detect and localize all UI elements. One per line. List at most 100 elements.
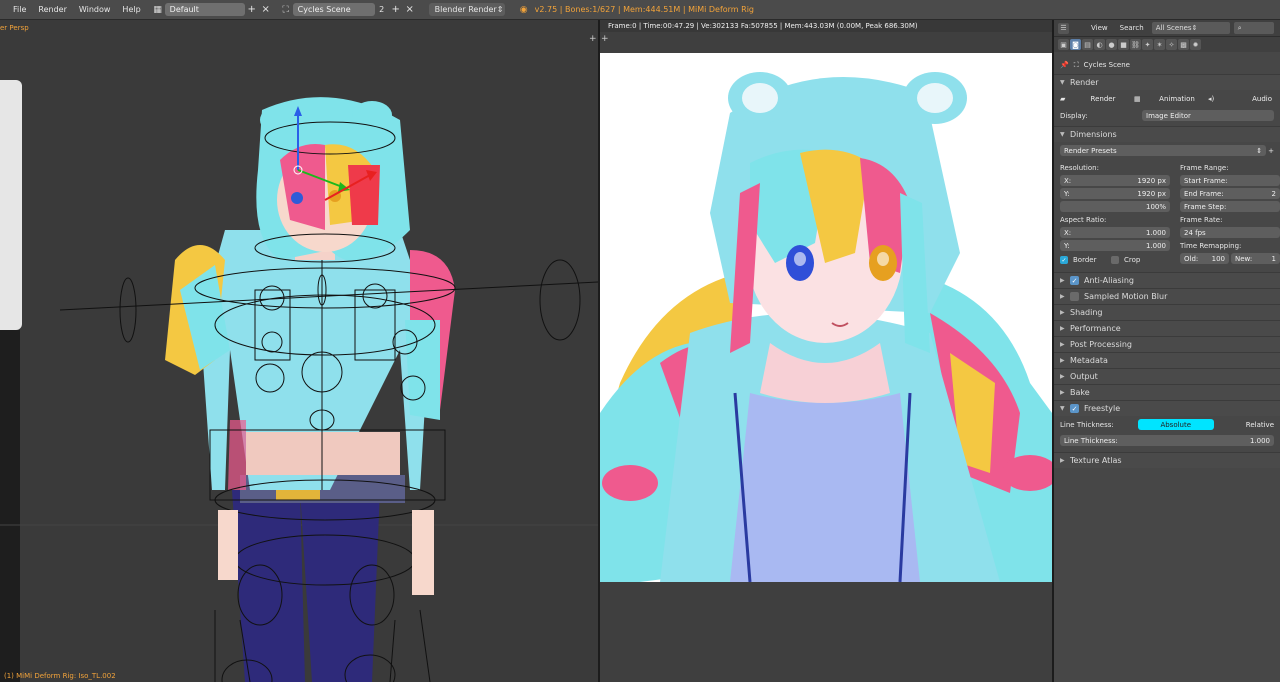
crop-checkbox[interactable] xyxy=(1111,256,1119,264)
frame-rate-label: Frame Rate: xyxy=(1180,215,1223,224)
scene-name: Cycles Scene xyxy=(1083,61,1130,69)
animation-button[interactable]: Animation xyxy=(1146,93,1208,104)
panel-shading-header[interactable]: ▶ Shading xyxy=(1054,304,1280,320)
panel-anti-aliasing-header[interactable]: ▶ ✓ Anti-Aliasing xyxy=(1054,272,1280,288)
scene-users-count: 2 xyxy=(379,5,385,14)
frame-rate-value: 24 fps xyxy=(1184,228,1206,237)
border-checkbox[interactable]: ✓ xyxy=(1060,256,1068,264)
panel-performance-header[interactable]: ▶ Performance xyxy=(1054,320,1280,336)
expanded-triangle-icon: ▼ xyxy=(1060,405,1065,412)
bone-tab-icon[interactable]: ✧ xyxy=(1166,39,1177,50)
aspect-x-field[interactable]: X: 1.000 xyxy=(1060,227,1170,238)
menu-window[interactable]: Window xyxy=(73,5,117,14)
panel-texture-atlas-header[interactable]: ▶ Texture Atlas xyxy=(1054,452,1280,468)
aspect-x-value: 1.000 xyxy=(1145,228,1166,237)
motion-blur-checkbox[interactable] xyxy=(1070,292,1079,301)
view-menu[interactable]: View xyxy=(1087,24,1112,32)
absolute-toggle[interactable]: Absolute xyxy=(1137,419,1214,430)
render-presets-dropdown[interactable]: Render Presets ⇕ xyxy=(1060,145,1267,156)
search-field[interactable]: ⌕ xyxy=(1233,22,1274,34)
render-engine-value: Blender Render xyxy=(434,5,497,14)
menu-render[interactable]: Render xyxy=(32,5,72,14)
add-scene-button[interactable]: + xyxy=(389,3,403,16)
resolution-percentage-slider[interactable]: 100% xyxy=(1060,201,1170,212)
time-remap-new-field[interactable]: New: 1 xyxy=(1231,253,1280,264)
menu-file[interactable]: File xyxy=(7,5,32,14)
relative-toggle[interactable]: Relative xyxy=(1214,419,1274,430)
panel-output-header[interactable]: ▶ Output xyxy=(1054,368,1280,384)
crop-label: Crop xyxy=(1124,256,1141,264)
panel-title: Sampled Motion Blur xyxy=(1084,292,1168,301)
menu-help[interactable]: Help xyxy=(116,5,146,14)
panel-title: Performance xyxy=(1070,324,1121,333)
object-tab-icon[interactable]: ■ xyxy=(1118,39,1129,50)
add-layout-button[interactable]: + xyxy=(245,3,259,16)
constraints-tab-icon[interactable]: ⛓ xyxy=(1130,39,1141,50)
render-engine-dropdown[interactable]: Blender Render ⇕ xyxy=(428,3,505,16)
audio-button[interactable]: Audio xyxy=(1220,93,1272,104)
panel-title: Bake xyxy=(1070,388,1090,397)
render-tab-icon[interactable]: ◙ xyxy=(1070,39,1081,50)
panel-title: Anti-Aliasing xyxy=(1084,276,1134,285)
screen-layout-icon[interactable]: ▦ xyxy=(151,3,165,16)
collapsed-triangle-icon: ▶ xyxy=(1060,457,1065,464)
status-info: v2.75 | Bones:1/627 | Mem:444.51M | MiMi… xyxy=(534,5,754,14)
render-button[interactable]: Render xyxy=(1072,93,1134,104)
pin-icon[interactable]: ▣ xyxy=(1058,39,1069,50)
search-menu[interactable]: Search xyxy=(1116,24,1148,32)
start-frame-field[interactable]: Start Frame: xyxy=(1180,175,1280,186)
add-preset-icon[interactable]: + xyxy=(1268,147,1274,155)
add-area-icon[interactable]: + xyxy=(589,34,597,44)
pin-icon[interactable]: 📌 xyxy=(1060,61,1069,69)
panel-title: Shading xyxy=(1070,308,1103,317)
anti-aliasing-checkbox[interactable]: ✓ xyxy=(1070,276,1079,285)
modifiers-tab-icon[interactable]: ✦ xyxy=(1142,39,1153,50)
aspect-y-field[interactable]: Y: 1.000 xyxy=(1060,240,1170,251)
panel-post-processing-header[interactable]: ▶ Post Processing xyxy=(1054,336,1280,352)
panel-motion-blur-header[interactable]: ▶ Sampled Motion Blur xyxy=(1054,288,1280,304)
line-thickness-value: 1.000 xyxy=(1249,436,1270,445)
delete-layout-button[interactable]: × xyxy=(259,3,273,16)
3d-viewport[interactable]: er Persp (1) MiMi Deform Rig: Iso_TL.002 xyxy=(0,20,598,682)
freestyle-checkbox[interactable]: ✓ xyxy=(1070,404,1079,413)
aspect-y-value: 1.000 xyxy=(1145,241,1166,250)
dimensions-right-column: Frame Range: Start Frame: End Frame: 2 Fr… xyxy=(1180,161,1280,268)
scene-name-field[interactable]: Cycles Scene xyxy=(292,3,375,16)
texture-tab-icon[interactable]: ▩ xyxy=(1178,39,1189,50)
panel-title: Post Processing xyxy=(1070,340,1132,349)
world-tab-icon[interactable]: ● xyxy=(1106,39,1117,50)
layout-name-field[interactable]: Default xyxy=(164,3,245,16)
dimensions-columns: Resolution: X: 1920 px Y: 1920 px 100% Asp… xyxy=(1054,161,1280,268)
frame-step-label: Frame Step: xyxy=(1184,202,1227,211)
panel-freestyle-header[interactable]: ▼ ✓ Freestyle xyxy=(1054,400,1280,416)
time-remap-old-field[interactable]: Old: 100 xyxy=(1180,253,1229,264)
scene-tab-icon[interactable]: ◐ xyxy=(1094,39,1105,50)
panel-render-header[interactable]: ▼ Render xyxy=(1054,74,1280,90)
panel-dimensions-title: Dimensions xyxy=(1070,130,1117,139)
add-area-icon[interactable]: + xyxy=(601,34,609,44)
data-tab-icon[interactable]: ✶ xyxy=(1154,39,1165,50)
delete-scene-button[interactable]: × xyxy=(403,3,417,16)
render-layers-tab-icon[interactable]: ▤ xyxy=(1082,39,1093,50)
display-dropdown[interactable]: Image Editor xyxy=(1142,110,1274,121)
collapsed-triangle-icon: ▶ xyxy=(1060,277,1065,284)
image-editor[interactable]: Frame:0 | Time:00:47.29 | Ve:302133 Fa:5… xyxy=(600,20,1052,682)
start-frame-label: Start Frame: xyxy=(1184,176,1228,185)
resolution-y-field[interactable]: Y: 1920 px xyxy=(1060,188,1170,199)
panel-bake-header[interactable]: ▶ Bake xyxy=(1054,384,1280,400)
frame-rate-dropdown[interactable]: 24 fps xyxy=(1180,227,1280,238)
resolution-label: Resolution: xyxy=(1060,163,1099,172)
particles-tab-icon[interactable]: ✹ xyxy=(1190,39,1201,50)
resolution-x-field[interactable]: X: 1920 px xyxy=(1060,175,1170,186)
display-mode-dropdown[interactable]: All Scenes ⇕ xyxy=(1151,22,1230,34)
animation-icon: ▦ xyxy=(1134,94,1141,103)
left-object-dark xyxy=(0,330,20,682)
frame-step-field[interactable]: Frame Step: xyxy=(1180,201,1280,212)
editor-type-icon[interactable]: ☰ xyxy=(1058,22,1069,34)
end-frame-field[interactable]: End Frame: 2 xyxy=(1180,188,1280,199)
scene-icon[interactable]: ⛶ xyxy=(279,3,293,16)
line-thickness-field[interactable]: Line Thickness: 1.000 xyxy=(1060,435,1274,446)
chevron-down-icon: ⇕ xyxy=(1256,146,1263,155)
panel-metadata-header[interactable]: ▶ Metadata xyxy=(1054,352,1280,368)
panel-dimensions-header[interactable]: ▼ Dimensions xyxy=(1054,126,1280,142)
